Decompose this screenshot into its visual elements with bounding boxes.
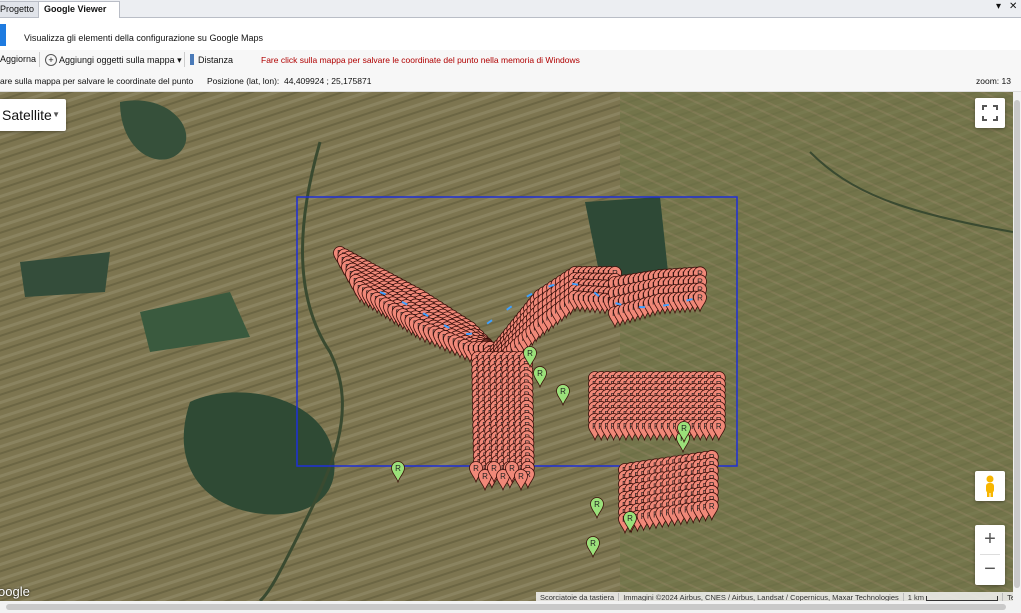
google-logo: oogle — [0, 584, 30, 599]
scrollbar-thumb[interactable] — [6, 604, 1006, 610]
imagery-credits: Immagini ©2024 Airbus, CNES / Airbus, La… — [619, 593, 904, 601]
vertical-scrollbar[interactable] — [1013, 92, 1021, 601]
fullscreen-icon — [982, 105, 998, 121]
header: Visualizza gli elementi della configuraz… — [0, 18, 1021, 50]
horizontal-scrollbar[interactable] — [0, 601, 1021, 613]
svg-text:R: R — [716, 422, 722, 431]
tab-google-viewer[interactable]: Google Viewer — [38, 1, 120, 18]
svg-text:R: R — [627, 514, 633, 523]
svg-text:R: R — [560, 387, 566, 396]
street-view-pegman[interactable] — [975, 471, 1005, 501]
warning-message: Fare click sulla mappa per salvare le co… — [261, 55, 580, 65]
svg-text:R: R — [509, 464, 515, 473]
map-type-label: Satellite — [2, 107, 52, 123]
scale-bar: 1 km — [903, 593, 1004, 601]
chevron-down-icon: ▼ — [52, 110, 60, 119]
zoom-level: zoom: 13 — [976, 76, 1011, 86]
scrollbar-thumb[interactable] — [1014, 100, 1020, 588]
svg-text:R: R — [681, 424, 687, 433]
map-attribution: Scorciatoie da tastiera Immagini ©2024 Ai… — [536, 592, 1013, 601]
status-hint: are sulla mappa per salvare le coordinat… — [0, 76, 194, 86]
distance-label: Distanza — [198, 55, 234, 65]
header-accent — [0, 24, 6, 46]
plus-circle-icon: + — [45, 54, 57, 66]
pegman-icon — [986, 475, 994, 497]
map-type-dropdown[interactable]: Satellite ▼ — [0, 99, 66, 131]
svg-text:R: R — [473, 464, 479, 473]
svg-text:R: R — [491, 464, 497, 473]
svg-text:R: R — [518, 472, 524, 481]
svg-text:R: R — [709, 502, 715, 511]
map-view[interactable]: RRRRRRRRRRRRRRRRRRRRRRRRRRRRRRRRRRRRRRRR… — [0, 92, 1013, 601]
toolbar-divider — [184, 52, 185, 67]
svg-text:R: R — [537, 369, 543, 378]
farmland-area — [620, 92, 1013, 601]
svg-text:R: R — [482, 472, 488, 481]
map-canvas[interactable]: RRRRRRRRRRRRRRRRRRRRRRRRRRRRRRRRRRRRRRRR… — [0, 92, 1013, 601]
svg-text:R: R — [500, 472, 506, 481]
tab-menu-icon[interactable]: ▾ — [996, 1, 1001, 12]
zoom-out-button[interactable]: − — [975, 555, 1005, 584]
toolbar: Aggiorna + Aggiungi oggetti sulla mappa ▾… — [0, 50, 1021, 70]
tab-bar: Progetto Google Viewer ▾ ✕ — [0, 0, 1021, 18]
keyboard-shortcuts-link[interactable]: Scorciatoie da tastiera — [536, 593, 620, 601]
fullscreen-button[interactable] — [975, 98, 1005, 128]
chevron-down-icon: ▾ — [177, 55, 182, 65]
toolbar-divider — [39, 52, 40, 67]
svg-text:R: R — [590, 539, 596, 548]
terms-link[interactable]: Termini — [1003, 593, 1013, 601]
add-objects-button[interactable]: + Aggiungi oggetti sulla mappa ▾ — [45, 54, 182, 66]
close-icon[interactable]: ✕ — [1009, 1, 1017, 12]
add-objects-label: Aggiungi oggetti sulla mappa — [59, 55, 175, 65]
svg-text:R: R — [527, 349, 533, 358]
distance-button[interactable]: Distanza — [190, 54, 233, 65]
position-value: 44,409924 ; 25,175871 — [284, 76, 372, 86]
position-label: Posizione (lat, lon): — [207, 76, 280, 86]
page-description: Visualizza gli elementi della configuraz… — [24, 33, 263, 43]
svg-text:R: R — [697, 293, 703, 302]
svg-text:R: R — [395, 464, 401, 473]
zoom-in-button[interactable]: + — [975, 525, 1005, 554]
svg-text:R: R — [594, 500, 600, 509]
ruler-icon — [190, 54, 194, 65]
refresh-button[interactable]: Aggiorna — [0, 54, 36, 64]
status-bar: are sulla mappa per salvare le coordinat… — [0, 70, 1021, 92]
zoom-control: + − — [975, 525, 1005, 585]
